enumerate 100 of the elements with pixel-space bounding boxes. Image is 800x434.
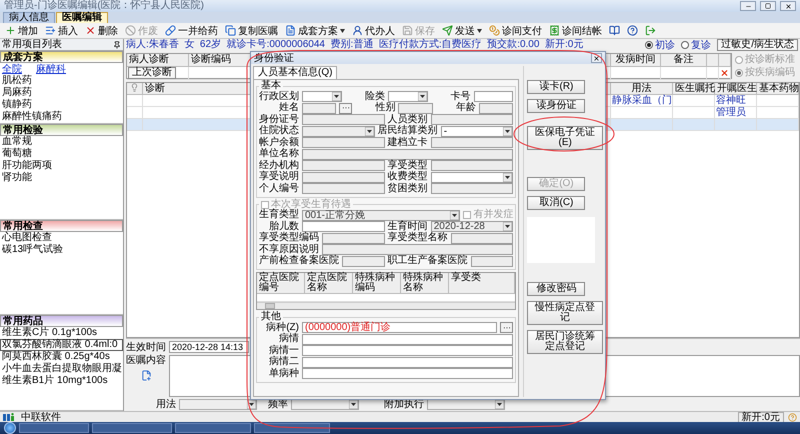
- radio-button[interactable]: 初诊: [645, 40, 676, 50]
- last-diagnosis-button[interactable]: 上次诊断: [128, 67, 176, 79]
- browse-button[interactable]: ···: [500, 322, 514, 334]
- field-label: 年龄: [454, 103, 476, 114]
- radio-button[interactable]: 复诊: [681, 40, 712, 50]
- field-label: 经办机构: [259, 160, 299, 171]
- history-button[interactable]: 过敏史/病生状态: [717, 39, 798, 51]
- select-field[interactable]: [388, 91, 428, 102]
- table-cell: [611, 119, 673, 131]
- tab[interactable]: 人员基本信息(Q): [253, 66, 338, 79]
- field-label: 病情二: [268, 357, 299, 368]
- select-field[interactable]: [291, 399, 359, 410]
- field-label: 享受类型编码: [259, 233, 319, 244]
- input-field[interactable]: [302, 334, 514, 345]
- lightbulb-icon: [130, 83, 139, 92]
- dialog-button[interactable]: 居民门诊统筹定点登记: [527, 330, 603, 354]
- list-item[interactable]: 双氯芬酸钠滴眼液 0.4ml:0: [0, 339, 123, 352]
- select-field[interactable]: -: [440, 126, 514, 137]
- list-item[interactable]: 麻醉性镇痛药: [0, 111, 123, 123]
- link[interactable]: 全院: [2, 64, 22, 74]
- caret-icon: [340, 28, 345, 32]
- logo-icon: [3, 412, 17, 422]
- field-label: 身份证号: [259, 114, 299, 125]
- dialog-button[interactable]: 取消(C): [527, 196, 586, 210]
- list-item[interactable]: 肌松药: [0, 75, 123, 87]
- scrollbar-thumb[interactable]: [265, 303, 275, 309]
- list-item[interactable]: 心电图检查: [0, 232, 123, 244]
- column-header: 发病时间: [611, 54, 661, 67]
- list-item[interactable]: 小牛血去蛋白提取物眼用凝: [0, 363, 123, 376]
- toolbar-button[interactable]: 插入: [42, 23, 81, 38]
- input-field[interactable]: [302, 345, 514, 356]
- dropdown-arrow-icon: [450, 210, 460, 220]
- toolbar-button[interactable]: 删除: [82, 23, 121, 38]
- list-item[interactable]: 局麻药: [0, 87, 123, 99]
- list-item[interactable]: 血常规: [0, 136, 123, 148]
- field-label: 个人编号: [259, 184, 299, 194]
- taskbar-button[interactable]: [92, 423, 172, 433]
- maximize-button[interactable]: [760, 1, 776, 11]
- toolbar-button[interactable]: 一并给药: [162, 23, 221, 38]
- section-header: 常用药品: [0, 315, 123, 328]
- field-label: 建档立卡: [388, 138, 428, 148]
- column-header: 特殊病种名称: [401, 273, 449, 294]
- toolbar-button[interactable]: 发送: [439, 23, 485, 38]
- dialog-button[interactable]: 慢性病定点登记: [527, 301, 603, 325]
- list-item[interactable]: 肝功能两项: [0, 160, 123, 172]
- field-label: 收费类型: [388, 172, 428, 182]
- list-item[interactable]: 碳13呼气试验: [0, 244, 123, 256]
- panel-title: 常用项目列表: [2, 39, 62, 50]
- taskbar-button[interactable]: [254, 423, 330, 433]
- field-label: 职工生产备案医院: [388, 256, 468, 266]
- select-field[interactable]: [302, 91, 342, 102]
- toolbar-button[interactable]: 增加: [2, 23, 41, 38]
- receipt-icon: [549, 25, 560, 36]
- dropdown-arrow-icon: [364, 126, 374, 136]
- list-item[interactable]: 葡萄糖: [0, 148, 123, 160]
- field-label: 帐户余额: [259, 138, 299, 148]
- list-item[interactable]: 阿莫西林胶囊 0.25g*40s: [0, 351, 123, 364]
- field-label: 贫困类别: [388, 184, 428, 194]
- dropdown-arrow-icon: [503, 172, 512, 182]
- toolbar-button[interactable]: 成套方案: [282, 23, 348, 38]
- tab[interactable]: 病人信息: [3, 12, 55, 23]
- select-field[interactable]: [427, 399, 505, 410]
- field-label: 居民结算类别: [378, 126, 438, 136]
- dialog-button[interactable]: 医保电子凭证(E): [527, 126, 603, 150]
- list-item[interactable]: 肾功能: [0, 172, 123, 184]
- section-header: 成套方案: [0, 51, 123, 63]
- toolbar-button[interactable]: 诊间结帐: [546, 23, 605, 38]
- input-field[interactable]: [302, 368, 514, 380]
- field-label: 病情一: [268, 346, 299, 356]
- coins-icon: [489, 25, 500, 36]
- input-field[interactable]: (0000000)普通门诊: [302, 322, 498, 334]
- select-field[interactable]: [179, 399, 257, 410]
- dropdown-arrow-icon: [503, 222, 512, 232]
- field-label: 性别: [374, 103, 396, 114]
- column-header: 特殊病种编码: [353, 273, 401, 294]
- send-icon: [442, 25, 453, 36]
- dialog-button[interactable]: 读身份证: [527, 99, 586, 113]
- link[interactable]: 麻醉科: [36, 64, 66, 74]
- dialog-button[interactable]: 修改密码: [527, 282, 586, 296]
- input-field[interactable]: [302, 356, 514, 368]
- dialog-button[interactable]: 读卡(R): [527, 80, 586, 94]
- list-item[interactable]: 维生素C片 0.1g*100s: [0, 327, 123, 340]
- close-button[interactable]: [780, 1, 796, 11]
- table-cell: 静脉采血（门: [611, 95, 673, 107]
- minimize-button[interactable]: [740, 1, 756, 11]
- toolbar-button[interactable]: 诊间支付: [486, 23, 545, 38]
- toolbar-button[interactable]: 代办人: [349, 23, 398, 38]
- list-item[interactable]: 维生素B1片 10mg*100s: [0, 375, 123, 388]
- list-item[interactable]: 镇静药: [0, 99, 123, 111]
- field-label: 胎儿数: [268, 222, 299, 232]
- date-field[interactable]: 2020-12-28 14:13: [169, 341, 249, 353]
- field-label: 产前检查备案医院: [259, 256, 339, 266]
- toolbar-button[interactable]: 复制医嘱: [222, 23, 281, 38]
- field-label: 医嘱内容: [126, 355, 166, 366]
- company-name: 中联软件: [21, 412, 61, 422]
- select-field[interactable]: [430, 172, 514, 183]
- taskbar-button[interactable]: [175, 423, 251, 433]
- input-field[interactable]: [474, 91, 514, 102]
- tab[interactable]: 医嘱编辑: [56, 12, 108, 23]
- start-button[interactable]: [4, 422, 16, 434]
